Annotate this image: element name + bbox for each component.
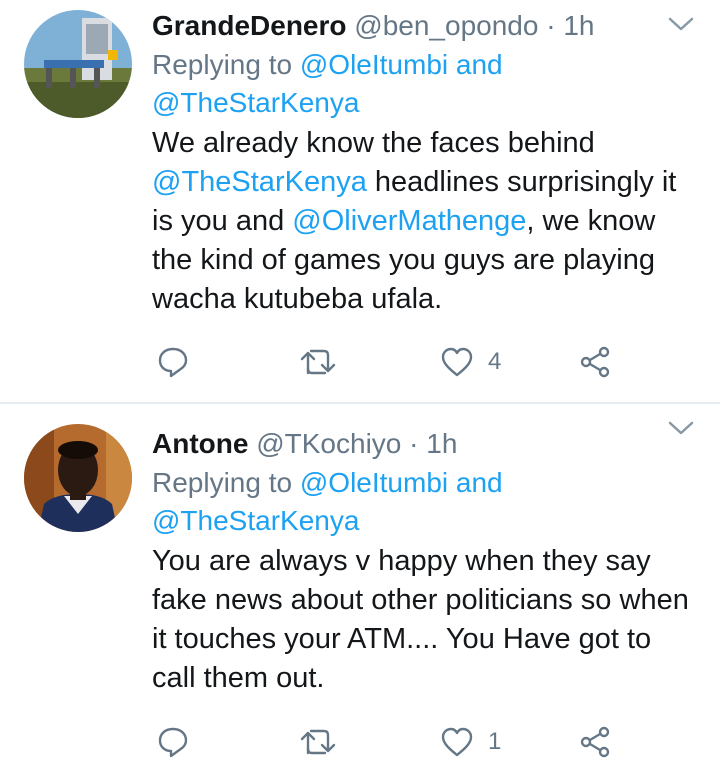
like-count: 4	[488, 348, 502, 375]
like-button[interactable]: 1	[440, 722, 501, 762]
mention-link[interactable]: @OleItumbi	[300, 49, 448, 80]
tweet-text: We already know the faces behind @TheSta…	[152, 124, 696, 319]
replying-prefix: Replying to	[152, 467, 293, 498]
replying-to: Replying to @OleItumbi and @TheStarKenya	[152, 464, 696, 540]
mention-link[interactable]: @TheStarKenya	[152, 166, 367, 198]
timestamp[interactable]: 1h	[563, 10, 594, 41]
share-icon	[580, 346, 610, 378]
avatar[interactable]	[24, 10, 132, 118]
tweet-actions: 4	[152, 342, 632, 382]
tweet-2[interactable]: Antone @TKochiyo · 1h Replying to @OleIt…	[0, 404, 720, 761]
retweet-button[interactable]	[298, 342, 338, 382]
timestamp[interactable]: 1h	[426, 428, 457, 459]
display-name[interactable]: GrandeDenero	[152, 10, 347, 41]
tweet-actions: 1	[152, 722, 632, 762]
tweet-header: GrandeDenero @ben_opondo · 1h	[152, 6, 696, 46]
like-count: 1	[488, 728, 502, 755]
chevron-down-icon[interactable]	[666, 418, 696, 438]
tweet-content: GrandeDenero @ben_opondo · 1h Replying t…	[152, 6, 696, 319]
retweet-icon	[300, 729, 336, 755]
user-handle[interactable]: @TKochiyo	[256, 428, 401, 459]
retweet-button[interactable]	[298, 722, 338, 762]
like-icon	[441, 347, 473, 377]
replying-and[interactable]: and	[456, 467, 503, 498]
share-icon	[580, 726, 610, 758]
tweet-1[interactable]: GrandeDenero @ben_opondo · 1h Replying t…	[0, 0, 720, 402]
mention-link[interactable]: @OliverMathenge	[292, 205, 526, 237]
like-icon	[441, 727, 473, 757]
mention-link[interactable]: @TheStarKenya	[152, 505, 359, 536]
mention-link[interactable]: @TheStarKenya	[152, 87, 359, 118]
retweet-icon	[300, 349, 336, 375]
separator: ·	[546, 10, 556, 41]
user-handle[interactable]: @ben_opondo	[354, 10, 538, 41]
reply-icon	[158, 727, 188, 758]
chevron-down-icon[interactable]	[666, 14, 696, 34]
separator: ·	[409, 428, 419, 459]
share-button[interactable]	[578, 722, 612, 762]
like-button[interactable]: 4	[440, 342, 501, 382]
replying-prefix: Replying to	[152, 49, 293, 80]
tweet-text: You are always v happy when they say fak…	[152, 542, 696, 698]
reply-button[interactable]	[156, 342, 190, 382]
display-name[interactable]: Antone	[152, 428, 248, 459]
reply-icon	[158, 347, 188, 378]
tweet-text-segment: We already know the faces behind	[152, 127, 595, 159]
tweet-content: Antone @TKochiyo · 1h Replying to @OleIt…	[152, 424, 696, 698]
tweet-header: Antone @TKochiyo · 1h	[152, 424, 696, 464]
share-button[interactable]	[578, 342, 612, 382]
avatar[interactable]	[24, 424, 132, 532]
tweet-text-segment: You are always v happy when they say fak…	[152, 545, 689, 694]
reply-button[interactable]	[156, 722, 190, 762]
replying-to: Replying to @OleItumbi and @TheStarKenya	[152, 46, 696, 122]
mention-link[interactable]: @OleItumbi	[300, 467, 448, 498]
replying-and[interactable]: and	[456, 49, 503, 80]
